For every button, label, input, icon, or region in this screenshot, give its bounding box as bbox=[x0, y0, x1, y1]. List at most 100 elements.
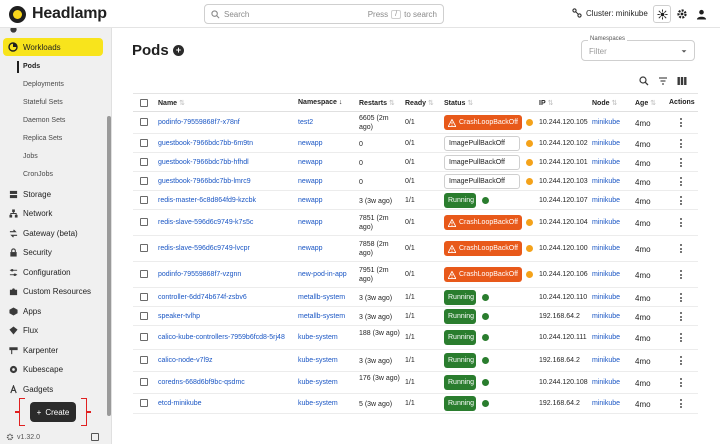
node-link[interactable]: minikube bbox=[592, 159, 620, 166]
table-row[interactable]: coredns-668d6bf9bc-qsdmc kube-system 176 (… bbox=[133, 372, 698, 394]
sidebar-item-configuration[interactable]: Configuration bbox=[0, 263, 108, 281]
pod-name-link[interactable]: redis-slave-596d6c9749-lvcpr bbox=[158, 245, 250, 252]
table-row[interactable]: podinfo-79559868f7-vzgnn new-pod-in-app 79… bbox=[133, 262, 698, 288]
namespace-filter[interactable]: Namespaces Filter bbox=[581, 36, 695, 61]
namespace-link[interactable]: kube-system bbox=[298, 357, 338, 364]
cluster-selector[interactable]: Cluster: minikube bbox=[572, 8, 648, 18]
sidebar-subitem-daemon-sets[interactable]: Daemon Sets bbox=[23, 117, 65, 124]
pod-name-link[interactable]: speaker-tvlhp bbox=[158, 313, 200, 320]
column-header-status[interactable]: Status ⇅ bbox=[444, 99, 473, 107]
notifications-button[interactable] bbox=[653, 5, 671, 23]
table-row[interactable]: controller-6dd74b674f-zsbv6 metallb-syste… bbox=[133, 288, 698, 307]
table-search-button[interactable] bbox=[638, 75, 650, 87]
column-header-node[interactable]: Node ⇅ bbox=[592, 99, 617, 107]
node-link[interactable]: minikube bbox=[592, 271, 620, 278]
column-header-name[interactable]: Name ⇅ bbox=[158, 99, 185, 107]
row-actions-menu-icon[interactable] bbox=[680, 118, 683, 129]
table-row[interactable]: etcd-minikube kube-system 5 (3w ago) 1/1 Ru… bbox=[133, 394, 698, 414]
pod-name-link[interactable]: etcd-minikube bbox=[158, 400, 202, 407]
pod-name-link[interactable]: controller-6dd74b674f-zsbv6 bbox=[158, 294, 247, 301]
namespace-link[interactable]: newapp bbox=[298, 140, 323, 147]
namespace-link[interactable]: newapp bbox=[298, 159, 323, 166]
table-row[interactable]: redis-slave-596d6c9749-lvcpr newapp 7858 (… bbox=[133, 236, 698, 262]
pod-name-link[interactable]: calico-kube-controllers-7959b6fcd8-5rj48 bbox=[158, 334, 285, 341]
namespace-link[interactable]: kube-system bbox=[298, 400, 338, 407]
pod-name-link[interactable]: podinfo-79559868f7-vzgnn bbox=[158, 271, 241, 278]
pod-name-link[interactable]: coredns-668d6bf9bc-qsdmc bbox=[158, 379, 245, 386]
table-row[interactable]: podinfo-79559868f7-x78nf test2 6605 (2m ag… bbox=[133, 112, 698, 134]
node-link[interactable]: minikube bbox=[592, 119, 620, 126]
sidebar-item-karpenter[interactable]: Karpenter bbox=[0, 341, 108, 359]
user-menu-button[interactable] bbox=[692, 5, 710, 23]
node-link[interactable]: minikube bbox=[592, 400, 620, 407]
namespace-link[interactable]: new-pod-in-app bbox=[298, 271, 347, 278]
column-header-restarts[interactable]: Restarts ⇅ bbox=[359, 99, 395, 107]
sidebar-item-flux[interactable]: Flux bbox=[0, 321, 108, 339]
pod-name-link[interactable]: redis-slave-596d6c9749-k7s5c bbox=[158, 219, 253, 226]
namespace-link[interactable]: newapp bbox=[298, 178, 323, 185]
row-actions-menu-icon[interactable] bbox=[680, 333, 683, 344]
row-checkbox[interactable] bbox=[140, 196, 148, 204]
node-link[interactable]: minikube bbox=[592, 357, 620, 364]
sidebar-subitem-cronjobs[interactable]: CronJobs bbox=[23, 171, 53, 178]
namespace-link[interactable]: metallb-system bbox=[298, 294, 345, 301]
row-actions-menu-icon[interactable] bbox=[680, 270, 683, 281]
row-actions-menu-icon[interactable] bbox=[680, 312, 683, 323]
sidebar-item-apps[interactable]: Apps bbox=[0, 302, 108, 320]
sidebar-item-network[interactable]: Network bbox=[0, 204, 108, 222]
sidebar-item-kubescape[interactable]: Kubescape bbox=[0, 360, 108, 378]
row-actions-menu-icon[interactable] bbox=[680, 293, 683, 304]
namespace-link[interactable]: newapp bbox=[298, 219, 323, 226]
namespace-link[interactable]: metallb-system bbox=[298, 313, 345, 320]
sidebar-item-workloads[interactable]: Workloads bbox=[3, 38, 103, 56]
table-row[interactable]: calico-kube-controllers-7959b6fcd8-5rj48… bbox=[133, 326, 698, 350]
row-checkbox[interactable] bbox=[140, 139, 148, 147]
row-actions-menu-icon[interactable] bbox=[680, 139, 683, 150]
table-filter-button[interactable] bbox=[657, 75, 669, 87]
sidebar-item-gateway[interactable]: Gateway (beta) bbox=[0, 224, 108, 242]
row-checkbox[interactable] bbox=[140, 293, 148, 301]
sidebar-item-storage[interactable]: Storage bbox=[0, 185, 108, 203]
sidebar-scrollbar[interactable] bbox=[107, 116, 111, 416]
pod-name-link[interactable]: guestbook-7966bdc7bb-hfhdl bbox=[158, 159, 249, 166]
row-checkbox[interactable] bbox=[140, 218, 148, 226]
namespace-link[interactable]: test2 bbox=[298, 119, 313, 126]
row-checkbox[interactable] bbox=[140, 118, 148, 126]
row-checkbox[interactable] bbox=[140, 270, 148, 278]
sidebar-item-security[interactable]: Security bbox=[0, 243, 108, 261]
sidebar-item-custom-resources[interactable]: Custom Resources bbox=[0, 282, 108, 300]
row-actions-menu-icon[interactable] bbox=[680, 356, 683, 367]
sidebar-subitem-pods[interactable]: Pods bbox=[23, 63, 40, 70]
column-header-namespace[interactable]: Namespace ↓ bbox=[298, 99, 342, 106]
pod-name-link[interactable]: podinfo-79559868f7-x78nf bbox=[158, 119, 240, 126]
table-row[interactable]: guestbook-7966bdc7bb-6m9tn newapp 0 0/1 Ima… bbox=[133, 134, 698, 153]
column-header-age[interactable]: Age ⇅ bbox=[635, 99, 656, 107]
pod-name-link[interactable]: redis-master-6c8d864fd9-kzcbk bbox=[158, 197, 256, 204]
table-row[interactable]: guestbook-7966bdc7bb-hfhdl newapp 0 0/1 Ima… bbox=[133, 153, 698, 172]
sidebar-subitem-replica-sets[interactable]: Replica Sets bbox=[23, 135, 62, 142]
namespace-link[interactable]: kube-system bbox=[298, 379, 338, 386]
row-checkbox[interactable] bbox=[140, 312, 148, 320]
row-checkbox[interactable] bbox=[140, 333, 148, 341]
pod-name-link[interactable]: guestbook-7966bdc7bb-lmrc9 bbox=[158, 178, 251, 185]
node-link[interactable]: minikube bbox=[592, 245, 620, 252]
node-link[interactable]: minikube bbox=[592, 219, 620, 226]
row-checkbox[interactable] bbox=[140, 356, 148, 364]
add-pod-button[interactable]: + bbox=[173, 45, 184, 56]
select-all-checkbox[interactable] bbox=[140, 99, 148, 107]
sidebar-item-gadgets[interactable]: Gadgets bbox=[0, 380, 108, 398]
row-actions-menu-icon[interactable] bbox=[680, 158, 683, 169]
row-actions-menu-icon[interactable] bbox=[680, 399, 683, 410]
sidebar-item-cluster[interactable] bbox=[0, 28, 108, 38]
row-checkbox[interactable] bbox=[140, 399, 148, 407]
row-actions-menu-icon[interactable] bbox=[680, 196, 683, 207]
row-checkbox[interactable] bbox=[140, 244, 148, 252]
search-input[interactable]: Search Press / to search bbox=[204, 4, 444, 24]
namespace-link[interactable]: newapp bbox=[298, 197, 323, 204]
node-link[interactable]: minikube bbox=[592, 334, 620, 341]
app-logo[interactable]: Headlamp bbox=[9, 5, 107, 23]
table-row[interactable]: redis-slave-596d6c9749-k7s5c newapp 7851 (… bbox=[133, 210, 698, 236]
sidebar-subitem-stateful-sets[interactable]: Stateful Sets bbox=[23, 99, 63, 106]
node-link[interactable]: minikube bbox=[592, 178, 620, 185]
table-row[interactable]: redis-master-6c8d864fd9-kzcbk newapp 3 (3w… bbox=[133, 191, 698, 210]
